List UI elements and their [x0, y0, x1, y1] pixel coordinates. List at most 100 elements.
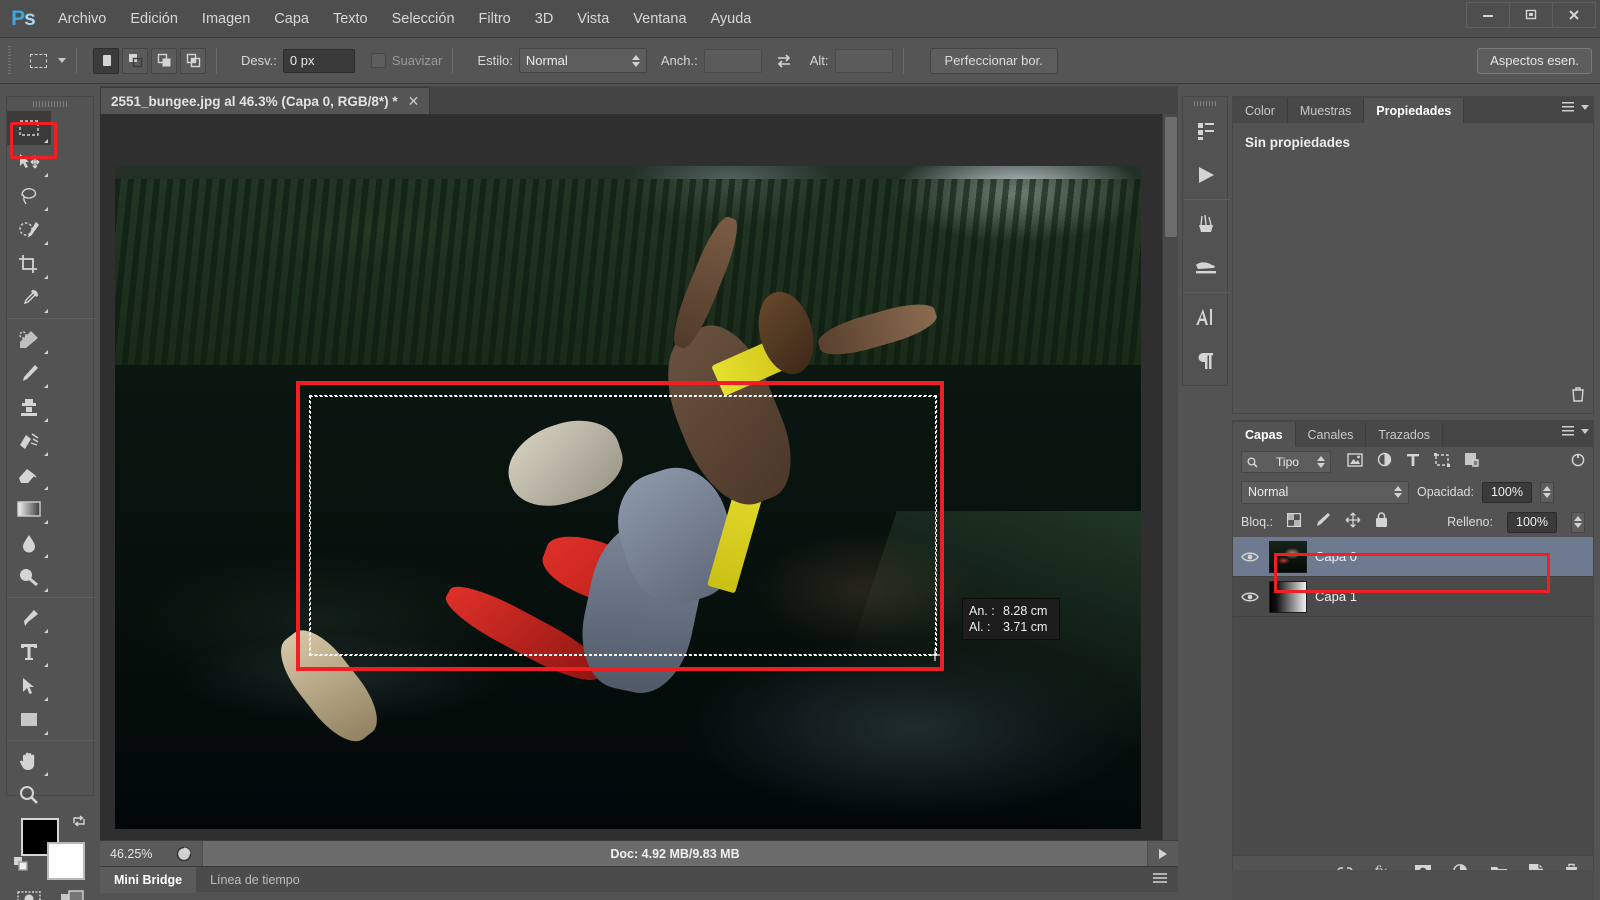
mini-bridge-icon[interactable]: [1183, 109, 1229, 153]
maximize-button[interactable]: [1509, 2, 1553, 28]
document-tab[interactable]: 2551_bungee.jpg al 46.3% (Capa 0, RGB/8*…: [100, 87, 431, 114]
quick-selection-tool[interactable]: [7, 213, 51, 247]
eyedropper-tool[interactable]: [7, 281, 51, 315]
tab-color[interactable]: Color: [1233, 98, 1288, 123]
add-to-selection-button[interactable]: [122, 47, 148, 74]
options-bar-grip[interactable]: [6, 45, 14, 76]
filter-smart-object-icon[interactable]: [1464, 452, 1479, 472]
paragraph-panel-icon[interactable]: [1183, 339, 1229, 383]
subtract-from-selection-button[interactable]: [151, 47, 177, 74]
layer-name[interactable]: Capa 0: [1315, 549, 1357, 564]
width-input[interactable]: [703, 48, 762, 73]
blend-mode-select[interactable]: Normal: [1241, 480, 1409, 504]
dock-grip[interactable]: [1183, 97, 1227, 109]
panel-menu-icon[interactable]: [1562, 426, 1589, 436]
hand-tool[interactable]: [7, 744, 51, 778]
quick-mask-icon[interactable]: [7, 882, 50, 900]
trash-icon[interactable]: [1571, 386, 1585, 407]
rectangular-marquee-icon[interactable]: [22, 46, 54, 76]
rectangle-tool[interactable]: [7, 703, 51, 737]
brush-tool[interactable]: [7, 356, 51, 390]
play-arrow-icon[interactable]: [1148, 848, 1178, 860]
screen-mode-icon[interactable]: [50, 882, 93, 900]
opacity-stepper[interactable]: [1539, 481, 1554, 503]
workspace-switcher-button[interactable]: Aspectos esen.: [1477, 47, 1592, 74]
swap-dimensions-icon[interactable]: [772, 49, 796, 73]
panel-menu-icon[interactable]: [1562, 102, 1589, 112]
tab-trazados[interactable]: Trazados: [1366, 422, 1444, 447]
lock-transparency-icon[interactable]: [1286, 512, 1302, 532]
menu-item-vista[interactable]: Vista: [565, 7, 621, 31]
canvas[interactable]: An. : 8.28 cm Al. : 3.71 cm: [100, 114, 1178, 866]
minimize-button[interactable]: [1466, 2, 1510, 28]
intersect-selection-button[interactable]: [180, 47, 206, 74]
tools-panel-grip[interactable]: [7, 97, 93, 111]
default-colors-icon[interactable]: [13, 856, 29, 877]
timeline-icon[interactable]: [1183, 153, 1229, 197]
menu-item-archivo[interactable]: Archivo: [46, 7, 118, 31]
brush-presets-icon[interactable]: [1183, 202, 1229, 246]
crop-tool[interactable]: [7, 247, 51, 281]
clone-stamp-tool[interactable]: [7, 390, 51, 424]
feather-input[interactable]: 0 px: [282, 48, 355, 73]
character-panel-icon[interactable]: [1183, 295, 1229, 339]
fill-value[interactable]: 100%: [1507, 511, 1557, 533]
blur-tool[interactable]: [7, 526, 51, 560]
gradient-tool[interactable]: [7, 492, 51, 526]
swap-colors-icon[interactable]: [71, 814, 87, 831]
layer-name[interactable]: Capa 1: [1315, 589, 1357, 604]
layer-row-capa-0[interactable]: Capa 0: [1233, 537, 1593, 577]
pen-tool[interactable]: [7, 601, 51, 635]
tab-capas[interactable]: Capas: [1233, 422, 1296, 447]
tab-muestras[interactable]: Muestras: [1287, 98, 1365, 123]
layer-visibility-eye-icon[interactable]: [1239, 591, 1261, 603]
layer-thumbnail[interactable]: [1269, 540, 1307, 573]
filter-shape-icon[interactable]: [1434, 452, 1450, 472]
menu-item-capa[interactable]: Capa: [262, 7, 321, 31]
new-selection-button[interactable]: [93, 47, 119, 74]
layer-row-capa-1[interactable]: Capa 1: [1233, 577, 1593, 617]
spot-healing-brush-tool[interactable]: [7, 322, 51, 356]
filter-power-icon[interactable]: [1571, 453, 1585, 472]
tab-mini-bridge[interactable]: Mini Bridge: [100, 866, 197, 893]
menu-item-ayuda[interactable]: Ayuda: [699, 7, 764, 31]
menu-item-ventana[interactable]: Ventana: [621, 7, 698, 31]
type-tool[interactable]: [7, 635, 51, 669]
layer-visibility-eye-icon[interactable]: [1239, 551, 1261, 563]
eraser-tool[interactable]: [7, 458, 51, 492]
tab-linea-de-tiempo[interactable]: Línea de tiempo: [196, 867, 314, 893]
filter-pixel-icon[interactable]: [1347, 452, 1363, 472]
lasso-tool[interactable]: [7, 179, 51, 213]
scrollbar-thumb[interactable]: [1165, 117, 1177, 237]
style-select[interactable]: Normal: [518, 48, 647, 73]
canvas-vertical-scrollbar[interactable]: [1162, 114, 1178, 866]
refine-edge-button[interactable]: Perfeccionar bor.: [929, 47, 1058, 74]
close-button[interactable]: [1552, 2, 1596, 28]
move-tool[interactable]: [7, 145, 51, 179]
antialias-checkbox[interactable]: [370, 53, 386, 68]
filter-type-icon[interactable]: [1406, 453, 1420, 472]
panel-menu-icon[interactable]: [1152, 872, 1168, 887]
tab-propiedades[interactable]: Propiedades: [1364, 98, 1465, 123]
height-input[interactable]: [834, 48, 893, 73]
selection-marquee[interactable]: [309, 395, 941, 661]
menu-item-seleccion[interactable]: Selección: [380, 7, 467, 31]
layer-filter-type-select[interactable]: Tipo: [1241, 451, 1331, 473]
zoom-level[interactable]: 46.25%: [100, 847, 166, 861]
document-preview-icon[interactable]: [166, 846, 202, 862]
menu-item-3d[interactable]: 3D: [523, 7, 566, 31]
close-icon[interactable]: ✕: [408, 93, 420, 110]
menu-item-imagen[interactable]: Imagen: [190, 7, 262, 31]
chevron-down-icon[interactable]: [58, 58, 66, 63]
filter-adjustment-icon[interactable]: [1377, 452, 1392, 472]
background-color-swatch[interactable]: [47, 842, 85, 880]
rectangular-marquee-tool[interactable]: [7, 111, 51, 145]
menu-item-texto[interactable]: Texto: [321, 7, 380, 31]
tool-presets-icon[interactable]: [1183, 246, 1229, 290]
opacity-value[interactable]: 100%: [1481, 481, 1532, 503]
path-selection-tool[interactable]: [7, 669, 51, 703]
lock-all-icon[interactable]: [1375, 511, 1388, 533]
history-brush-tool[interactable]: [7, 424, 51, 458]
menu-item-filtro[interactable]: Filtro: [467, 7, 523, 31]
fill-stepper[interactable]: [1571, 511, 1585, 533]
